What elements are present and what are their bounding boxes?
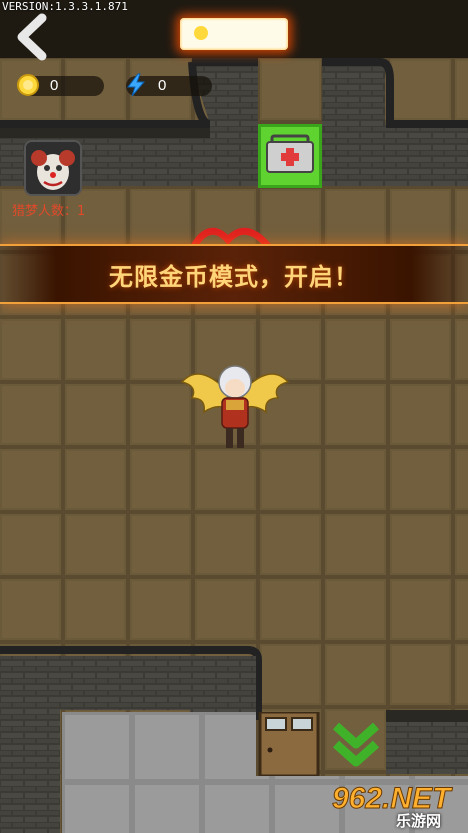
coin-icon [194,26,208,40]
double-chevron-down-icon [332,722,380,767]
coin-count: 0 [50,77,59,94]
chevron-left-icon [17,13,47,61]
back-button[interactable] [12,12,52,62]
mode-banner: 无限金币模式，开启！ [0,244,468,304]
lightning-icon [126,73,146,97]
door[interactable] [258,710,320,778]
medkit-tile[interactable] [258,124,322,188]
energy-counter: 0 [126,73,212,97]
game-screen: VERSION:1.3.3.1.871 0 0 猎梦人数：1 无限金币模式，开启… [0,0,468,833]
hunter-count-label: 猎梦人数：1 [12,204,86,219]
door-icon [258,710,320,778]
coin-icon [17,74,39,96]
clown-face-icon [26,142,80,194]
banner-text: 无限金币模式，开启！ [109,263,359,291]
exit-arrow-tile[interactable] [326,712,386,776]
medkit-icon [266,134,314,173]
title-plate [180,18,288,50]
watermark: 962.NET 乐游网 [330,782,464,831]
player-character[interactable] [180,352,290,462]
watermark-sub: 乐游网 [396,812,442,830]
winged-hero-icon [180,365,290,448]
energy-count: 0 [158,77,167,94]
hunter-avatar[interactable] [26,142,80,194]
coin-counter: 0 [17,74,104,96]
